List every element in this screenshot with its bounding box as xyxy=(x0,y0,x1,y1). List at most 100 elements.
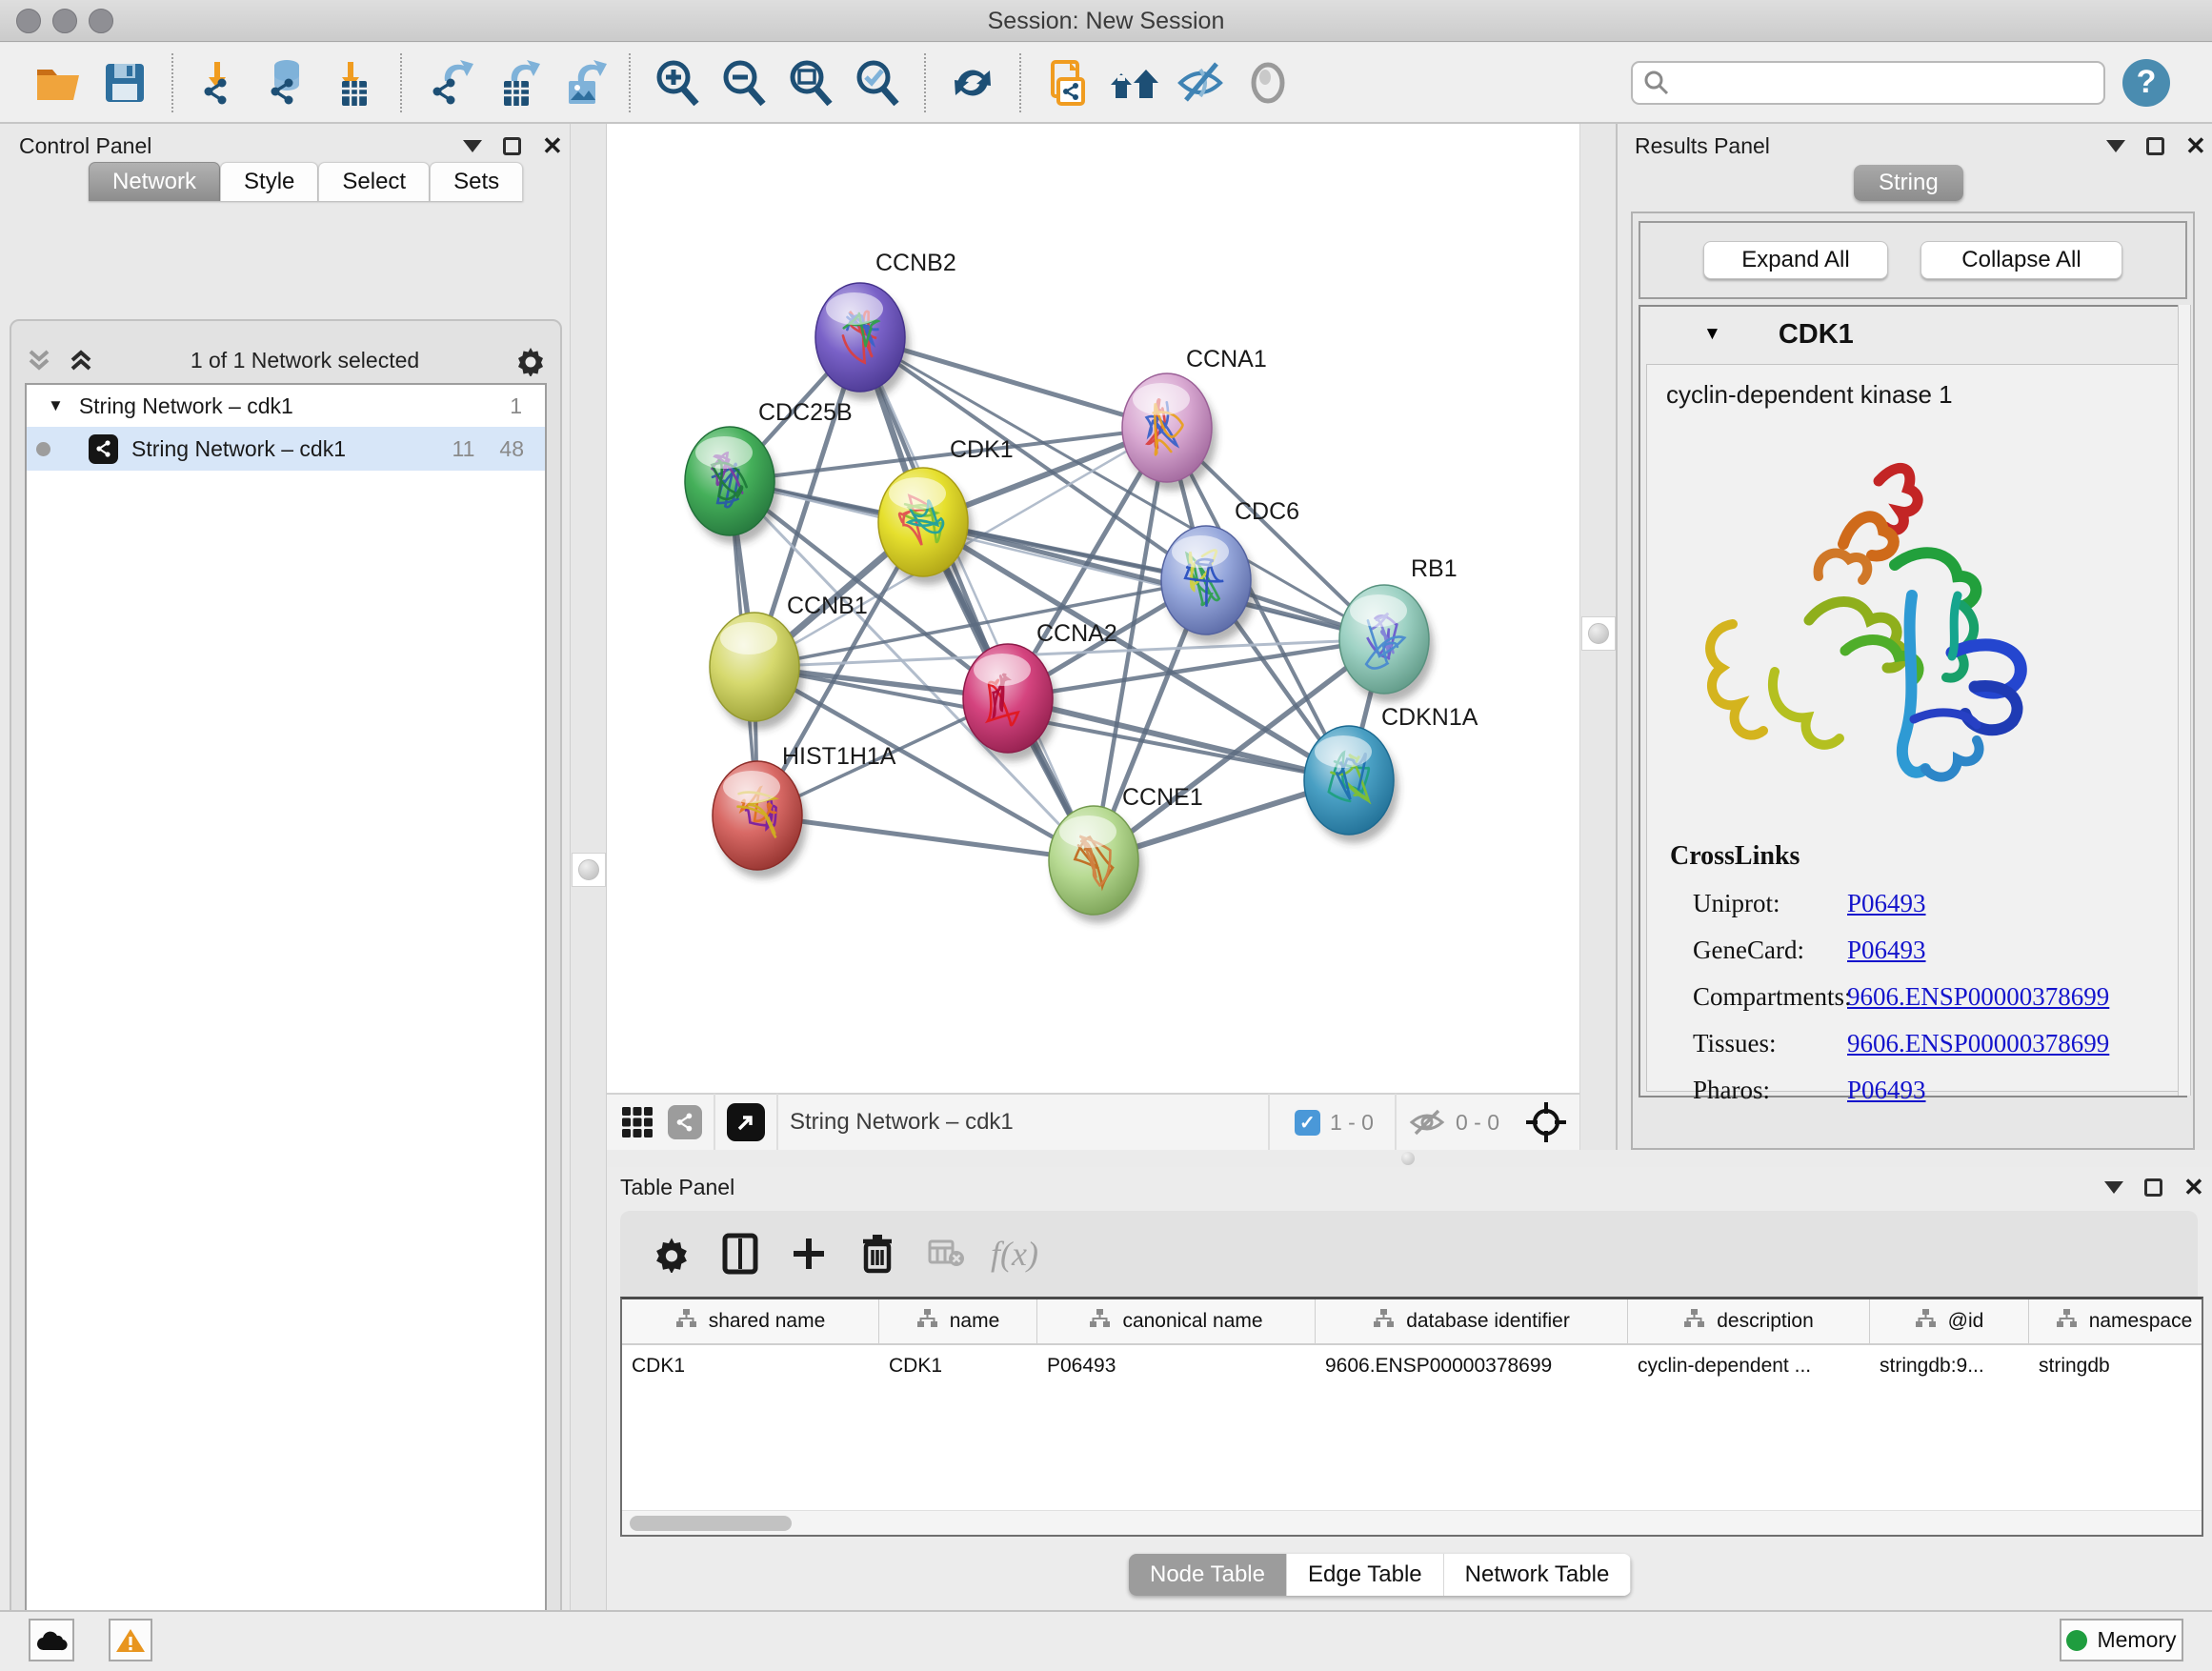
expand-all-networks-icon[interactable] xyxy=(25,346,53,374)
horizontal-splitter-handle[interactable] xyxy=(1401,1152,1415,1165)
expand-all-button[interactable]: Expand All xyxy=(1703,241,1888,279)
tab-string[interactable]: String xyxy=(1854,165,1963,201)
network-node-CCNA1[interactable] xyxy=(1122,373,1217,491)
close-panel-icon[interactable]: ✕ xyxy=(2183,1178,2204,1197)
birds-eye-view-icon[interactable] xyxy=(1524,1100,1568,1144)
zoom-fit-icon[interactable] xyxy=(784,56,837,110)
panel-menu-icon[interactable] xyxy=(2104,1181,2123,1194)
left-splitter-handle[interactable] xyxy=(572,853,606,887)
string-eye-icon[interactable] xyxy=(1241,56,1295,110)
search-box[interactable] xyxy=(1631,61,2105,105)
left-splitter[interactable] xyxy=(570,124,607,1610)
string-hide-icon[interactable] xyxy=(1175,56,1228,110)
tab-style[interactable]: Style xyxy=(220,162,318,201)
zoom-out-icon[interactable] xyxy=(717,56,771,110)
network-edge-CCNE1-HIST1H1A[interactable] xyxy=(757,815,1094,860)
network-node-HIST1H1A[interactable] xyxy=(713,761,807,878)
warnings-button[interactable] xyxy=(109,1619,152,1661)
tab-edge-table[interactable]: Edge Table xyxy=(1287,1554,1444,1596)
network-node-CDKN1A[interactable] xyxy=(1304,726,1398,843)
table-options-gear-icon[interactable] xyxy=(646,1228,697,1279)
grid-view-icon[interactable] xyxy=(620,1105,654,1139)
network-row-selected[interactable]: String Network – cdk1 11 48 xyxy=(27,427,545,471)
open-session-icon[interactable] xyxy=(31,56,85,110)
function-builder-icon[interactable]: f(x) xyxy=(989,1228,1040,1279)
close-panel-icon[interactable]: ✕ xyxy=(2185,137,2206,155)
delete-table-icon[interactable] xyxy=(920,1228,972,1279)
import-table-icon[interactable] xyxy=(327,56,380,110)
panel-menu-icon[interactable] xyxy=(463,140,482,152)
table-row[interactable]: CDK1CDK1P064939606.ENSP00000378699cyclin… xyxy=(622,1345,2202,1389)
help-button[interactable]: ? xyxy=(2122,59,2170,107)
tab-network-table[interactable]: Network Table xyxy=(1444,1554,1632,1596)
float-panel-icon[interactable] xyxy=(2146,137,2164,155)
close-panel-icon[interactable]: ✕ xyxy=(542,137,563,155)
network-node-CCNA2[interactable] xyxy=(963,644,1057,761)
crosslink-link[interactable]: P06493 xyxy=(1847,936,1926,965)
network-canvas[interactable]: CCNB2CCNA1CDC25BCDK1CDC6RB1CCNB1CCNA2CDK… xyxy=(607,124,1579,1093)
tab-node-table[interactable]: Node Table xyxy=(1129,1554,1287,1596)
crosslink-link[interactable]: P06493 xyxy=(1847,1076,1926,1105)
cell-name[interactable]: CDK1 xyxy=(879,1345,1037,1389)
export-image-icon[interactable] xyxy=(555,56,609,110)
tab-network[interactable]: Network xyxy=(89,162,220,201)
network-node-CDC6[interactable] xyxy=(1161,526,1256,643)
results-scrollbar[interactable] xyxy=(2178,305,2191,1096)
crosslink-link[interactable]: 9606.ENSP00000378699 xyxy=(1847,1029,2109,1058)
import-network-database-icon[interactable] xyxy=(260,56,313,110)
show-column-panel-icon[interactable] xyxy=(714,1228,766,1279)
cloud-status-button[interactable] xyxy=(29,1619,74,1661)
export-network-icon[interactable] xyxy=(422,56,475,110)
right-splitter-handle[interactable] xyxy=(1581,616,1616,651)
gene-entry-header[interactable]: ▼ CDK1 xyxy=(1640,307,2185,362)
right-splitter[interactable] xyxy=(1579,124,1616,1150)
zoom-in-icon[interactable] xyxy=(651,56,704,110)
cell-namespace[interactable]: stringdb xyxy=(2029,1345,2212,1389)
column-header-@id[interactable]: @id xyxy=(1870,1299,2029,1343)
detach-view-icon[interactable] xyxy=(727,1103,765,1141)
string-home-icon[interactable] xyxy=(1108,56,1161,110)
crosslink-link[interactable]: P06493 xyxy=(1847,889,1926,918)
network-node-CCNE1[interactable] xyxy=(1049,806,1143,923)
crosslink-link[interactable]: 9606.ENSP00000378699 xyxy=(1847,982,2109,1012)
collapse-all-networks-icon[interactable] xyxy=(67,346,95,374)
string-protein-query-icon[interactable] xyxy=(1041,56,1095,110)
horizontal-splitter[interactable] xyxy=(607,1150,2212,1167)
network-collection-row[interactable]: ▼ String Network – cdk1 1 xyxy=(27,385,545,427)
delete-column-icon[interactable] xyxy=(852,1228,903,1279)
cell-@id[interactable]: stringdb:9... xyxy=(1870,1345,2029,1389)
cell-description[interactable]: cyclin-dependent ... xyxy=(1628,1345,1870,1389)
import-network-icon[interactable] xyxy=(193,56,247,110)
column-header-namespace[interactable]: namespace xyxy=(2029,1299,2212,1343)
search-input[interactable] xyxy=(1671,65,2094,101)
cell-shared-name[interactable]: CDK1 xyxy=(622,1345,879,1389)
cell-database-identifier[interactable]: 9606.ENSP00000378699 xyxy=(1316,1345,1628,1389)
selected-checkbox-icon[interactable]: ✓ xyxy=(1295,1110,1320,1136)
column-header-canonical-name[interactable]: canonical name xyxy=(1037,1299,1316,1343)
column-header-database-identifier[interactable]: database identifier xyxy=(1316,1299,1628,1343)
export-table-icon[interactable] xyxy=(489,56,542,110)
create-column-icon[interactable] xyxy=(783,1228,835,1279)
collapse-all-button[interactable]: Collapse All xyxy=(1920,241,2122,279)
network-node-RB1[interactable] xyxy=(1339,585,1434,702)
tab-sets[interactable]: Sets xyxy=(430,162,523,201)
table-h-scrollbar[interactable] xyxy=(622,1510,2202,1535)
network-node-CCNB1[interactable] xyxy=(710,613,804,730)
network-options-gear-icon[interactable] xyxy=(514,344,547,376)
column-header-name[interactable]: name xyxy=(879,1299,1037,1343)
network-node-CCNB2[interactable] xyxy=(815,283,910,400)
update-network-icon[interactable] xyxy=(946,56,999,110)
collapse-entry-icon[interactable]: ▼ xyxy=(1703,324,1721,345)
cell-canonical-name[interactable]: P06493 xyxy=(1037,1345,1316,1389)
tab-select[interactable]: Select xyxy=(318,162,430,201)
panel-menu-icon[interactable] xyxy=(2106,140,2125,152)
float-panel-icon[interactable] xyxy=(503,137,521,155)
column-header-shared-name[interactable]: shared name xyxy=(622,1299,879,1343)
table-h-scrollbar-thumb[interactable] xyxy=(630,1516,792,1531)
network-edge-CCNB2-CCNE1[interactable] xyxy=(860,337,1094,860)
save-session-icon[interactable] xyxy=(98,56,151,110)
column-header-description[interactable]: description xyxy=(1628,1299,1870,1343)
float-panel-icon[interactable] xyxy=(2144,1178,2162,1197)
network-thumbnail-icon[interactable] xyxy=(668,1105,702,1139)
collapse-collection-icon[interactable]: ▼ xyxy=(48,396,64,415)
